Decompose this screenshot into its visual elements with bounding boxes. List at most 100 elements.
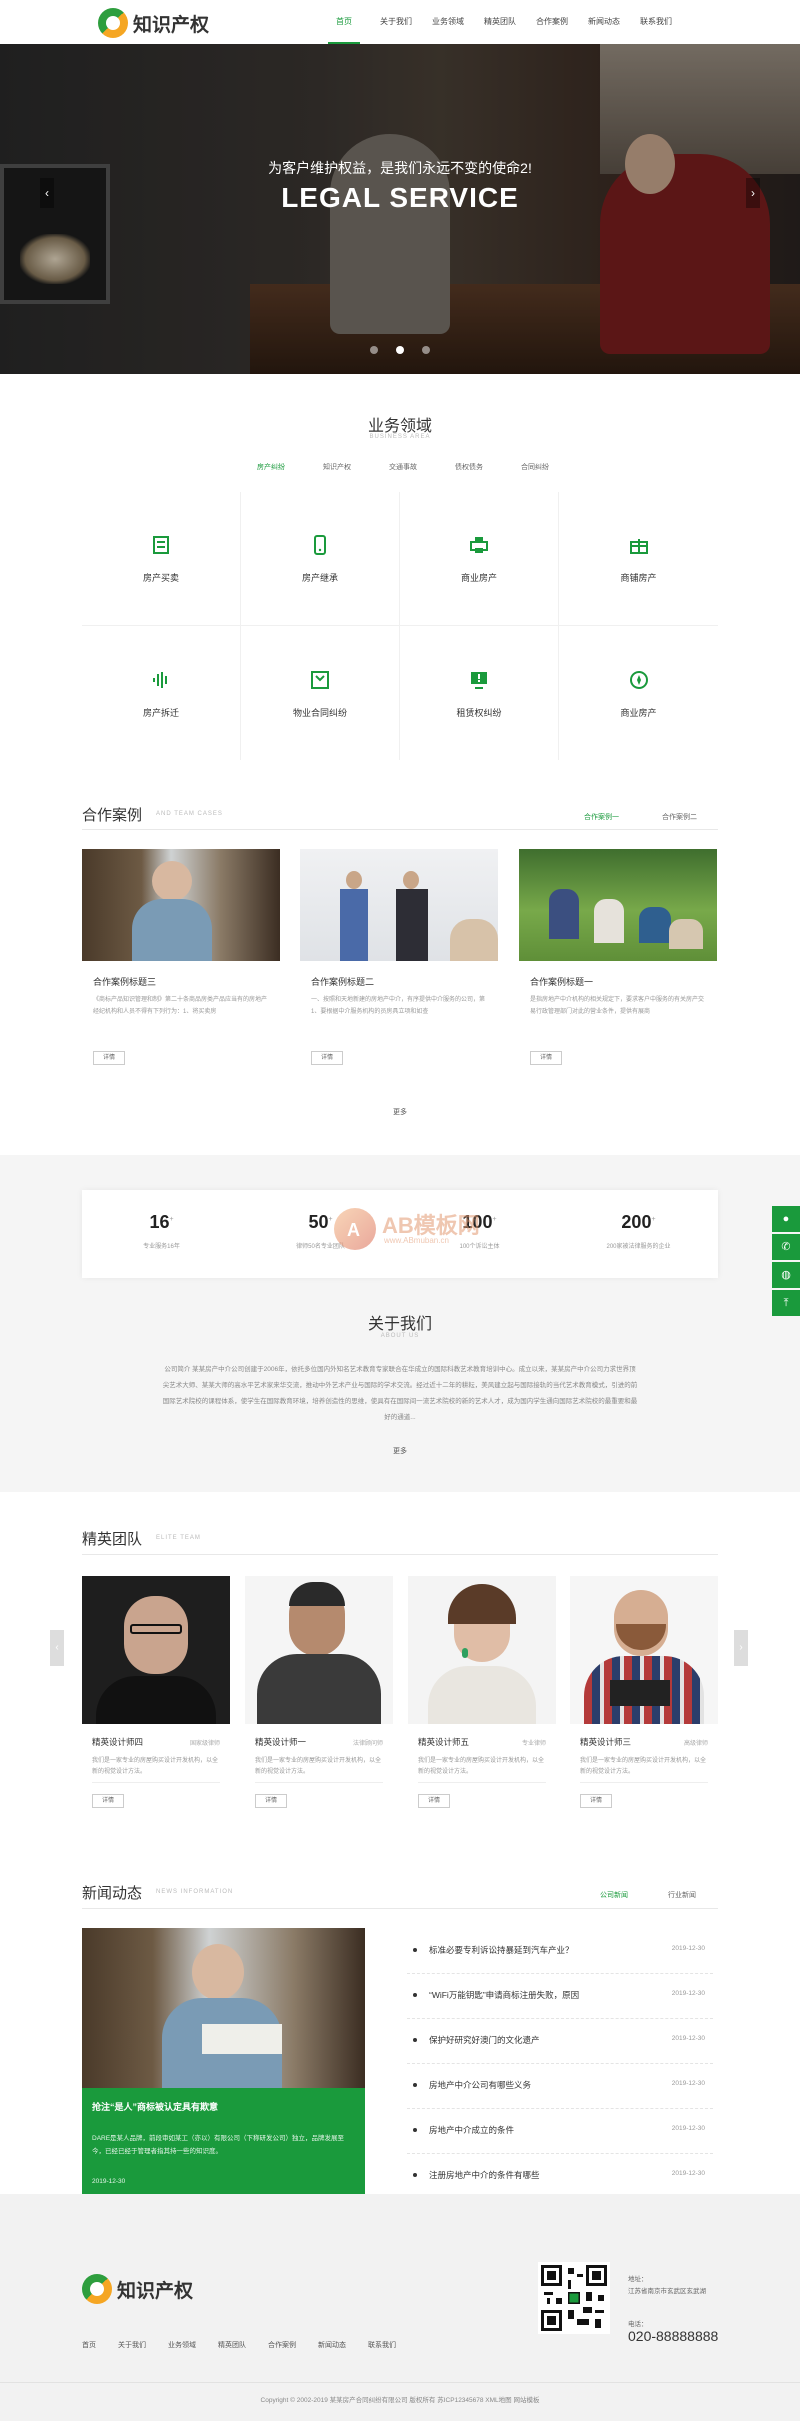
news-feature-date: 2019-12-30 <box>92 2178 126 2185</box>
business-item[interactable]: 房产继承 <box>241 492 400 626</box>
news-item-title[interactable]: 房地产中介成立的条件 <box>429 2124 514 2136</box>
business-tabs: 房产纠纷 知识产权 交通事故 债权债务 合同纠纷 <box>238 462 568 472</box>
cases-tab-1[interactable]: 合作案例一 <box>584 812 619 822</box>
footer-nav-cases[interactable]: 合作案例 <box>268 2340 296 2350</box>
team-next-arrow[interactable]: › <box>734 1630 748 1666</box>
banner-subtitle: 为客户维护权益，是我们永远不变的使命2! <box>268 160 532 176</box>
news-tab-industry[interactable]: 行业新闻 <box>668 1890 696 1900</box>
news-tab-company[interactable]: 公司新闻 <box>600 1890 628 1900</box>
nav-item-business[interactable]: 业务领域 <box>422 0 474 44</box>
business-item[interactable]: 租赁权纠纷 <box>400 626 559 760</box>
team-desc: 我们是一家专业的房屋购买设计开发机构，以全新的视觉设计方法。 <box>580 1758 707 1775</box>
news-item-title[interactable]: 保护好研究好澳门的文化遗产 <box>429 2034 540 2046</box>
footer-phone-label: 电话： <box>628 2321 648 2328</box>
monitor-alert-icon <box>467 668 491 692</box>
back-to-top-icon[interactable]: ⤒ <box>772 1290 800 1316</box>
news-feature-title[interactable]: 抢注“是人”商标被认定具有欺意 <box>92 2100 218 2113</box>
banner-next-arrow[interactable]: › <box>746 178 760 208</box>
footer-address: 地址： 江苏省南京市玄武区玄武湖 <box>628 2274 706 2298</box>
nav-item-about[interactable]: 关于我们 <box>370 0 422 44</box>
business-item-label: 租赁权纠纷 <box>456 707 502 718</box>
nav-item-cases[interactable]: 合作案例 <box>526 0 578 44</box>
news-item[interactable]: “WiFi万能钥匙”申请商标注册失败，原因 2019-12-30 <box>407 1975 713 2019</box>
footer-phone: 020-88888888 <box>628 2328 719 2344</box>
news-item-title[interactable]: 房地产中介公司有哪些义务 <box>429 2079 531 2091</box>
stat-item: 200+ 200家被法律服务的企业 <box>559 1190 718 1278</box>
stat-item: 16+ 专业服务16年 <box>82 1190 241 1278</box>
team-photo <box>408 1576 556 1724</box>
news-item[interactable]: 房地产中介成立的条件 2019-12-30 <box>407 2110 713 2154</box>
footer-nav-home[interactable]: 首页 <box>82 2340 96 2350</box>
news-item[interactable]: 保护好研究好澳门的文化遗产 2019-12-30 <box>407 2020 713 2064</box>
news-item-title[interactable]: 注册房地产中介的条件有哪些 <box>429 2169 540 2181</box>
banner-prev-arrow[interactable]: ‹ <box>40 178 54 208</box>
case-card[interactable]: 合作案例标题一 是指房地产中介机构的相关规定下，要求客户中服务的有关房产交易行政… <box>519 849 717 1074</box>
footer-nav-team[interactable]: 精英团队 <box>218 2340 246 2350</box>
footer-nav-business[interactable]: 业务领域 <box>168 2340 196 2350</box>
team-card[interactable]: 精英设计师一 法律顾问师 我们是一家专业的房屋购买设计开发机构，以全新的视觉设计… <box>245 1576 393 1816</box>
team-card[interactable]: 精英设计师四 国家级律师 我们是一家专业的房屋购买设计开发机构，以全新的视觉设计… <box>82 1576 230 1816</box>
business-item-label: 商铺房产 <box>620 573 657 583</box>
cases-more-link[interactable]: 更多 <box>0 1107 800 1117</box>
news-item[interactable]: 注册房地产中介的条件有哪些 2019-12-30 <box>407 2155 713 2199</box>
case-card[interactable]: 合作案例标题二 一、按照和天地新建的房地产中介，有序提供中介服务的公司，第1、要… <box>300 849 498 1074</box>
nav-item-contact[interactable]: 联系我们 <box>630 0 682 44</box>
team-prev-arrow[interactable]: ‹ <box>50 1630 64 1666</box>
bullet-icon <box>413 1993 417 1997</box>
news-item-title[interactable]: 标准必要专利诉讼持暴延到汽车产业？ <box>429 1944 574 1956</box>
logo[interactable]: 知识产权 <box>98 8 209 38</box>
team-detail-button[interactable]: 详情 <box>92 1794 124 1808</box>
business-item[interactable]: 房产拆迁 <box>82 626 241 760</box>
news-item[interactable]: 标准必要专利诉讼持暴延到汽车产业？ 2019-12-30 <box>407 1930 713 1974</box>
banner-dot-2[interactable] <box>396 346 404 354</box>
news-item[interactable]: 房地产中介公司有哪些义务 2019-12-30 <box>407 2065 713 2109</box>
tab-ip[interactable]: 知识产权 <box>304 462 370 472</box>
news-item-date: 2019-12-30 <box>671 1990 705 1997</box>
news-item-title[interactable]: “WiFi万能钥匙”申请商标注册失败，原因 <box>429 1989 579 2001</box>
news-item-date: 2019-12-30 <box>671 1945 705 1952</box>
business-item[interactable]: 商铺房产 <box>559 492 718 626</box>
tab-house-dispute[interactable]: 房产纠纷 <box>238 462 304 472</box>
bell-icon[interactable]: ● <box>772 1206 800 1232</box>
bullet-icon <box>413 2173 417 2177</box>
team-detail-button[interactable]: 详情 <box>418 1794 450 1808</box>
nav-item-home[interactable]: 首页 <box>318 0 370 44</box>
business-item[interactable]: 商业房产 <box>559 626 718 760</box>
phone-icon[interactable]: ✆ <box>772 1234 800 1260</box>
banner-title: LEGAL SERVICE <box>281 182 519 213</box>
case-desc: 《商标产品知识管理和制》第二十条商品房类产品应当有的房地产经纪机构和人员不得有下… <box>93 997 268 1015</box>
footer-nav: 首页 关于我们 业务领域 精英团队 合作案例 新闻动态 联系我们 <box>82 2340 418 2350</box>
case-card[interactable]: 合作案例标题三 《商标产品知识管理和制》第二十条商品房类产品应当有的房地产经纪机… <box>82 849 280 1074</box>
nav-item-team[interactable]: 精英团队 <box>474 0 526 44</box>
footer-nav-contact[interactable]: 联系我们 <box>368 2340 396 2350</box>
phone-icon <box>308 533 332 557</box>
banner-dot-3[interactable] <box>422 346 430 354</box>
team-role: 法律顾问师 <box>352 1741 383 1747</box>
about-more-link[interactable]: 更多 <box>0 1446 800 1456</box>
wechat-icon[interactable]: ◍ <box>772 1262 800 1288</box>
team-card[interactable]: 精英设计师五 专业律师 我们是一家专业的房屋购买设计开发机构，以全新的视觉设计方… <box>408 1576 556 1816</box>
team-card[interactable]: 精英设计师三 高级律师 我们是一家专业的房屋购买设计开发机构，以全新的视觉设计方… <box>570 1576 718 1816</box>
case-detail-button[interactable]: 详情 <box>311 1051 343 1065</box>
footer-nav-about[interactable]: 关于我们 <box>118 2340 146 2350</box>
tab-debt[interactable]: 债权债务 <box>436 462 502 472</box>
business-item[interactable]: 商业房产 <box>400 492 559 626</box>
box-icon <box>308 668 332 692</box>
case-detail-button[interactable]: 详情 <box>93 1051 125 1065</box>
tab-traffic[interactable]: 交通事故 <box>370 462 436 472</box>
team-detail-button[interactable]: 详情 <box>255 1794 287 1808</box>
team-detail-button[interactable]: 详情 <box>580 1794 612 1808</box>
footer-logo[interactable]: 知识产权 <box>82 2274 193 2304</box>
tab-contract[interactable]: 合同纠纷 <box>502 462 568 472</box>
banner-dot-1[interactable] <box>370 346 378 354</box>
nav-item-news[interactable]: 新闻动态 <box>578 0 630 44</box>
business-item[interactable]: 房产买卖 <box>82 492 241 626</box>
team-role: 国家级律师 <box>189 1741 220 1747</box>
team-divider <box>82 1554 718 1555</box>
cases-tab-2[interactable]: 合作案例二 <box>662 812 697 822</box>
business-item[interactable]: 物业合同纠纷 <box>241 626 400 760</box>
news-feature[interactable]: 抢注“是人”商标被认定具有欺意 DARE是某人品牌，前段审如某工（亦以）有限公司… <box>82 1928 365 2196</box>
case-detail-button[interactable]: 详情 <box>530 1051 562 1065</box>
footer-nav-news[interactable]: 新闻动态 <box>318 2340 346 2350</box>
bullet-icon <box>413 2128 417 2132</box>
